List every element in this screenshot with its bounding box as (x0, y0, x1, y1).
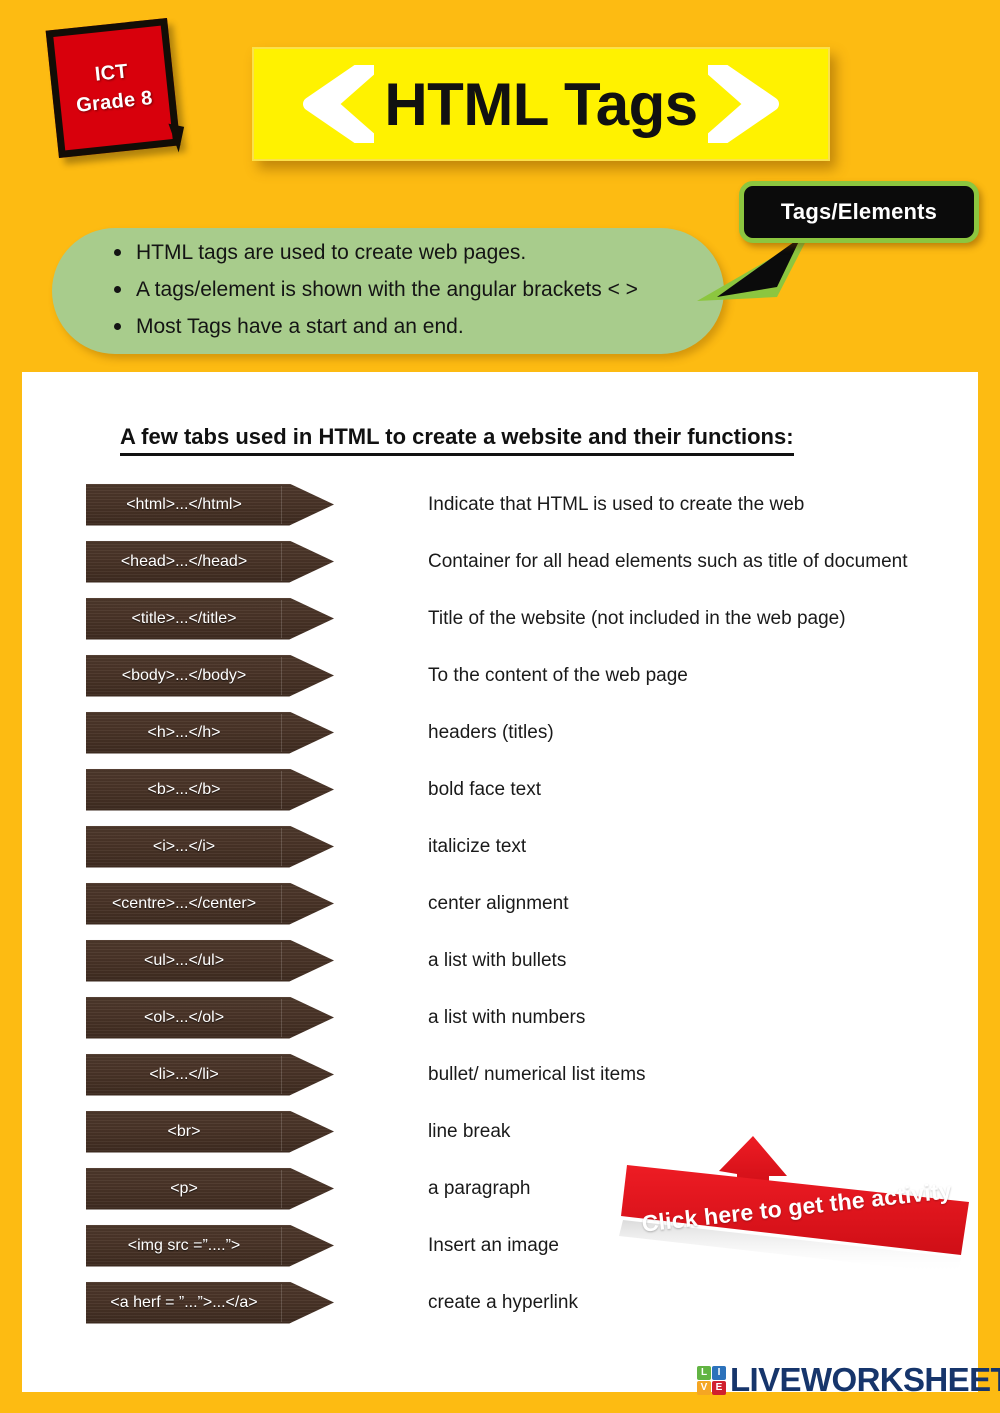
tag-name: <li>...</li> (149, 1065, 219, 1083)
tag-banner: <img src =”....”> (86, 1224, 334, 1267)
tag-description: bullet/ numerical list items (428, 1063, 646, 1085)
tag-description: headers (titles) (428, 721, 554, 743)
table-row: <a herf = ”...”>...</a> create a hyperlin… (86, 1274, 978, 1331)
tag-description: a list with bullets (428, 949, 567, 971)
chevron-right-icon (707, 65, 779, 143)
table-row: <body>...</body> To the content of the we… (86, 647, 978, 704)
tag-banner: <body>...</body> (86, 654, 334, 697)
logo-wordmark: LIVEWORKSHEETS (730, 1361, 1000, 1398)
tag-description: italicize text (428, 835, 527, 857)
tag-name: <a herf = ”...”>...</a> (110, 1293, 258, 1311)
list-item: HTML tags are used to create web pages. (114, 242, 698, 263)
tag-name: <centre>...</center> (111, 894, 257, 912)
tag-name: <head>...</head> (120, 552, 248, 570)
tag-name: <ul>...</ul> (143, 951, 225, 969)
tag-name: <html>...</html> (126, 495, 242, 513)
tag-name: <img src =”....”> (127, 1236, 241, 1254)
tag-description: Insert an image (428, 1234, 559, 1256)
tag-name: <br> (167, 1122, 201, 1140)
tag-banner: <a herf = ”...”>...</a> (86, 1281, 334, 1324)
tag-description: Indicate that HTML is used to create the… (428, 493, 805, 515)
tag-description: create a hyperlink (428, 1291, 578, 1313)
tag-banner: <head>...</head> (86, 540, 334, 583)
click-here-cta[interactable]: Click here to get the activity (617, 1124, 983, 1274)
tag-description: line break (428, 1120, 511, 1142)
tag-banner: <ol>...</ol> (86, 996, 334, 1039)
table-row: <ul>...</ul> a list with bullets (86, 932, 978, 989)
table-row: <title>...</title> Title of the website (… (86, 590, 978, 647)
tag-name: <ol>...</ol> (143, 1008, 225, 1026)
tags-elements-callout: Tags/Elements (739, 181, 979, 243)
liveworksheets-logo: L I V E LIVEWORKSHEETS (697, 1361, 1000, 1399)
tag-banner: <li>...</li> (86, 1053, 334, 1096)
tag-name: <p> (170, 1179, 198, 1197)
tag-description: To the content of the web page (428, 664, 688, 686)
list-item: A tags/element is shown with the angular… (114, 279, 698, 300)
tag-description: bold face text (428, 778, 542, 800)
info-bubble: HTML tags are used to create web pages. … (52, 228, 724, 354)
table-row: <b>...</b> bold face text (86, 761, 978, 818)
list-item: Most Tags have a start and an end. (114, 316, 698, 337)
table-row: <i>...</i> italicize text (86, 818, 978, 875)
tag-description: Title of the website (not included in th… (428, 607, 846, 629)
table-row: <li>...</li> bullet/ numerical list items (86, 1046, 978, 1103)
table-row: <html>...</html> Indicate that HTML is us… (86, 476, 978, 533)
logo-letter-i: I (712, 1365, 726, 1380)
page-title: HTML Tags (384, 70, 698, 138)
tag-banner: <br> (86, 1110, 334, 1153)
grade-badge-line1: ICT (93, 60, 130, 86)
callout-tail (697, 237, 808, 301)
tag-banner: <ul>...</ul> (86, 939, 334, 982)
logo-letter-l: L (697, 1365, 711, 1380)
tag-description: a paragraph (428, 1177, 531, 1199)
tag-banner: <p> (86, 1167, 334, 1210)
tag-description: a list with numbers (428, 1006, 586, 1028)
sheet-heading: A few tabs used in HTML to create a webs… (120, 424, 794, 456)
tag-banner: <centre>...</center> (86, 882, 334, 925)
grade-badge: ICT Grade 8 (45, 17, 185, 159)
logo-letter-v: V (697, 1380, 711, 1395)
tag-banner: <i>...</i> (86, 825, 334, 868)
tag-banner: <h>...</h> (86, 711, 334, 754)
table-row: <ol>...</ol> a list with numbers (86, 989, 978, 1046)
tag-banner: <html>...</html> (86, 483, 334, 526)
tag-banner: <title>...</title> (86, 597, 334, 640)
grade-badge-line2: Grade 8 (75, 86, 154, 117)
tag-name: <i>...</i> (152, 837, 216, 855)
tag-name: <body>...</body> (121, 666, 247, 684)
callout-label: Tags/Elements (780, 199, 938, 224)
badge-corner-fold (163, 123, 185, 153)
info-bullet-list: HTML tags are used to create web pages. … (114, 242, 698, 337)
tag-banner: <b>...</b> (86, 768, 334, 811)
table-row: <head>...</head> Container for all head e… (86, 533, 978, 590)
logo-letter-e: E (712, 1380, 726, 1395)
table-row: <h>...</h> headers (titles) (86, 704, 978, 761)
tag-description: Container for all head elements such as … (428, 550, 908, 572)
tag-name: <b>...</b> (147, 780, 221, 798)
chevron-left-icon (303, 65, 375, 143)
live-grid-icon: L I V E (697, 1365, 726, 1395)
tag-name: <title>...</title> (131, 609, 237, 627)
title-banner: HTML Tags (252, 47, 830, 161)
tag-description: center alignment (428, 892, 569, 914)
tag-name: <h>...</h> (147, 723, 221, 741)
table-row: <centre>...</center> center alignment (86, 875, 978, 932)
